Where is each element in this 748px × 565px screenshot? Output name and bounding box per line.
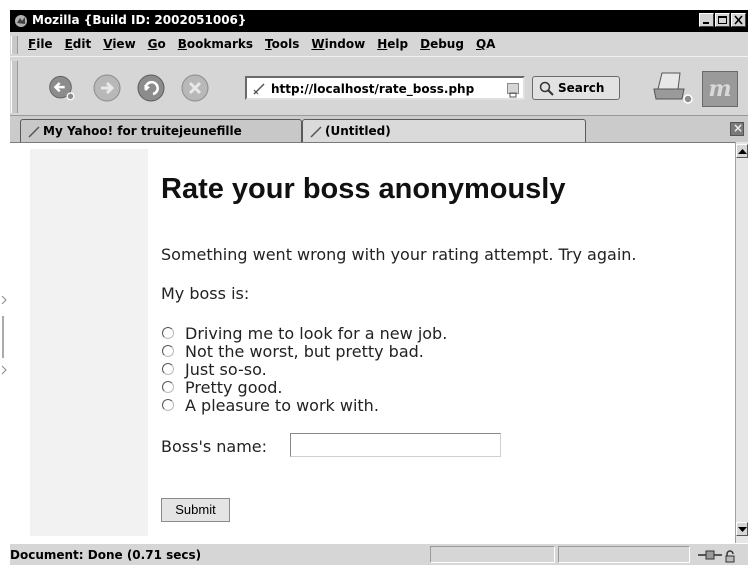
page-icon [253, 83, 265, 95]
tab-label: (Untitled) [325, 124, 391, 138]
menubar-grip[interactable] [11, 36, 18, 54]
rating-option[interactable]: Pretty good. [162, 377, 283, 397]
scroll-up-button[interactable] [736, 144, 748, 158]
page-content: Rate your boss anonymously Something wen… [10, 142, 735, 543]
window-controls [699, 13, 746, 27]
toolbar-grip[interactable] [11, 61, 18, 113]
close-icon [734, 15, 743, 25]
menu-help[interactable]: Help [377, 37, 408, 51]
rating-option-label: Pretty good. [185, 377, 283, 397]
tab-bar: My Yahoo! for truitejeunefille (Untitled… [10, 116, 748, 142]
minimize-icon [703, 22, 709, 24]
printer-icon[interactable] [650, 67, 694, 107]
dropdown-arrow-icon [509, 92, 517, 98]
tab-untitled[interactable]: (Untitled) [302, 119, 586, 142]
rating-option-label: Just so-so. [185, 359, 267, 379]
scroll-down-button[interactable] [736, 522, 748, 536]
mozilla-app-icon [15, 15, 27, 27]
status-text: Document: Done (0.71 secs) [10, 548, 202, 562]
arrow-down-icon [738, 527, 747, 532]
sidebar-splitter-handle[interactable] [0, 286, 8, 376]
menu-edit[interactable]: Edit [65, 37, 92, 51]
boss-name-label: Boss's name: [161, 437, 268, 456]
navigation-toolbar: http://localhost/rate_boss.php Search m [10, 56, 748, 116]
menu-debug[interactable]: Debug [420, 37, 464, 51]
mozilla-logo-glyph: m [708, 76, 732, 102]
url-dropdown-button[interactable] [507, 83, 519, 98]
radio-button[interactable] [162, 399, 174, 411]
rating-option-label: Not the worst, but pretty bad. [185, 341, 424, 361]
status-bar: Document: Done (0.71 secs) [10, 543, 748, 565]
tab-yahoo[interactable]: My Yahoo! for truitejeunefille [20, 119, 302, 142]
url-bar[interactable]: http://localhost/rate_boss.php [245, 76, 525, 100]
title-bar: Mozilla {Build ID: 2002051006} [10, 10, 748, 32]
browser-window: Mozilla {Build ID: 2002051006} File Edit… [10, 10, 748, 565]
window-title: Mozilla {Build ID: 2002051006} [32, 13, 247, 27]
menu-file[interactable]: File [28, 37, 53, 51]
status-pane [430, 546, 555, 563]
rating-option-label: Driving me to look for a new job. [185, 323, 448, 343]
rating-option[interactable]: Driving me to look for a new job. [162, 323, 448, 343]
rating-option[interactable]: Not the worst, but pretty bad. [162, 341, 424, 361]
radio-button[interactable] [162, 327, 174, 339]
close-window-button[interactable] [731, 13, 746, 27]
menu-list: File Edit View Go Bookmarks Tools Window… [28, 37, 495, 51]
rating-option[interactable]: Just so-so. [162, 359, 267, 379]
radio-button[interactable] [162, 345, 174, 357]
menu-view[interactable]: View [103, 37, 135, 51]
rating-option[interactable]: A pleasure to work with. [162, 395, 379, 415]
error-message: Something went wrong with your rating at… [161, 245, 637, 264]
menu-go[interactable]: Go [148, 37, 166, 51]
menu-bookmarks[interactable]: Bookmarks [178, 37, 253, 51]
page-sidebar [30, 149, 148, 536]
menu-tools[interactable]: Tools [265, 37, 299, 51]
progress-pane [558, 546, 690, 563]
page-icon [28, 126, 40, 138]
search-button-label: Search [558, 81, 605, 95]
submit-button[interactable]: Submit [161, 498, 230, 522]
close-icon: × [733, 121, 744, 135]
back-arrow-icon[interactable] [48, 73, 78, 103]
menu-window[interactable]: Window [311, 37, 365, 51]
radio-button[interactable] [162, 363, 174, 375]
stop-icon[interactable] [180, 73, 210, 103]
reload-icon[interactable] [136, 73, 166, 103]
online-status-icon[interactable] [696, 547, 736, 563]
maximize-icon [718, 16, 727, 24]
mozilla-m-icon[interactable]: m [702, 71, 738, 107]
minimize-button[interactable] [699, 13, 714, 27]
prompt-label: My boss is: [161, 284, 250, 303]
vertical-scrollbar[interactable] [735, 142, 748, 543]
forward-arrow-icon[interactable] [92, 73, 122, 103]
radio-button[interactable] [162, 381, 174, 393]
search-button[interactable]: Search [532, 76, 620, 100]
maximize-button[interactable] [715, 13, 730, 27]
page-icon [310, 126, 322, 138]
close-tab-button[interactable]: × [730, 121, 744, 136]
menu-qa[interactable]: QA [476, 37, 496, 51]
menu-bar: File Edit View Go Bookmarks Tools Window… [10, 32, 748, 56]
tab-label: My Yahoo! for truitejeunefille [43, 124, 242, 138]
url-text[interactable]: http://localhost/rate_boss.php [271, 82, 474, 96]
arrow-up-icon [738, 149, 747, 154]
rating-option-label: A pleasure to work with. [185, 395, 379, 415]
page-title: Rate your boss anonymously [161, 173, 566, 205]
boss-name-input[interactable] [290, 433, 501, 457]
search-icon [539, 81, 554, 96]
